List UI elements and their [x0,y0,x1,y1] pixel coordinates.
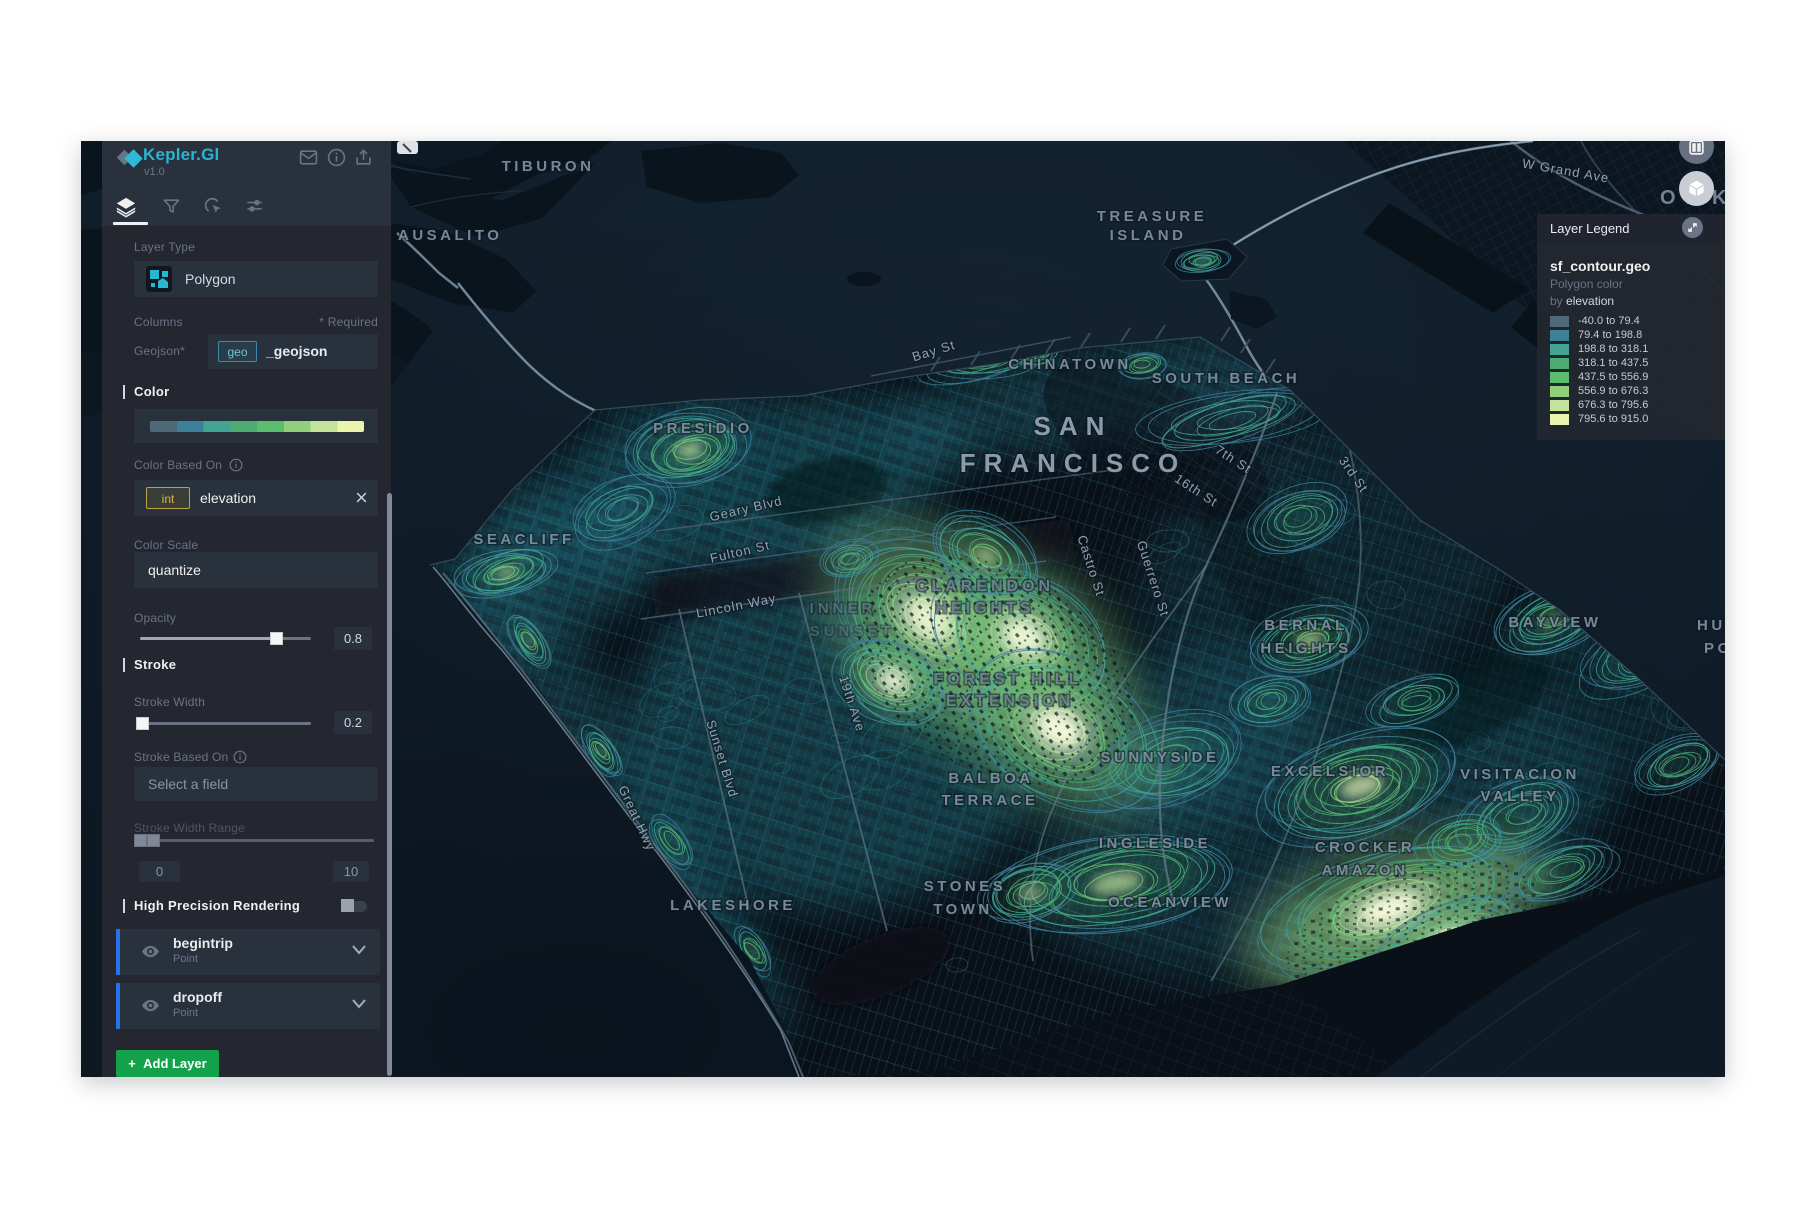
svg-text:FRANCISCO: FRANCISCO [960,448,1187,478]
svg-text:PRESIDIO: PRESIDIO [653,420,753,437]
svg-text:AUSALITO: AUSALITO [398,227,502,244]
svg-text:VISITACION: VISITACION [1460,766,1580,783]
svg-text:SUNSET: SUNSET [810,623,895,640]
svg-text:FOREST HILL: FOREST HILL [934,671,1083,688]
svg-text:OCEANVIEW: OCEANVIEW [1108,894,1232,911]
svg-text:SOUTH BEACH: SOUTH BEACH [1152,370,1301,387]
svg-text:POIN: POIN [1704,640,1725,657]
svg-text:EXTENSION: EXTENSION [946,693,1074,710]
svg-text:VALLEY: VALLEY [1480,788,1559,805]
svg-text:LAKESHORE: LAKESHORE [670,897,796,914]
svg-text:TERRACE: TERRACE [941,792,1038,809]
svg-text:HEIGHTS: HEIGHTS [935,600,1034,617]
svg-text:EXCELSIOR: EXCELSIOR [1271,763,1389,780]
svg-text:SUNNYSIDE: SUNNYSIDE [1100,749,1219,766]
svg-text:TIBURON: TIBURON [502,158,595,175]
svg-text:BERNAL: BERNAL [1264,617,1348,634]
svg-text:BALBOA: BALBOA [948,770,1033,787]
svg-text:CROCKER: CROCKER [1315,839,1415,856]
svg-text:CLARENDON: CLARENDON [916,578,1054,595]
svg-text:TREASURE: TREASURE [1097,208,1208,225]
svg-text:HEIGHTS: HEIGHTS [1260,640,1351,657]
svg-text:TOWN: TOWN [933,901,993,918]
svg-text:HUNTE: HUNTE [1697,617,1725,634]
svg-text:AMAZON: AMAZON [1322,862,1409,879]
svg-text:SAN: SAN [1034,411,1113,441]
svg-text:SEACLIFF: SEACLIFF [473,531,574,548]
svg-text:STONES: STONES [924,878,1006,895]
svg-text:CHINATOWN: CHINATOWN [1008,356,1131,373]
svg-text:BAYVIEW: BAYVIEW [1508,614,1601,631]
svg-text:INGLESIDE: INGLESIDE [1099,835,1211,852]
svg-text:INNER: INNER [810,600,877,617]
svg-text:ISLAND: ISLAND [1110,227,1187,244]
